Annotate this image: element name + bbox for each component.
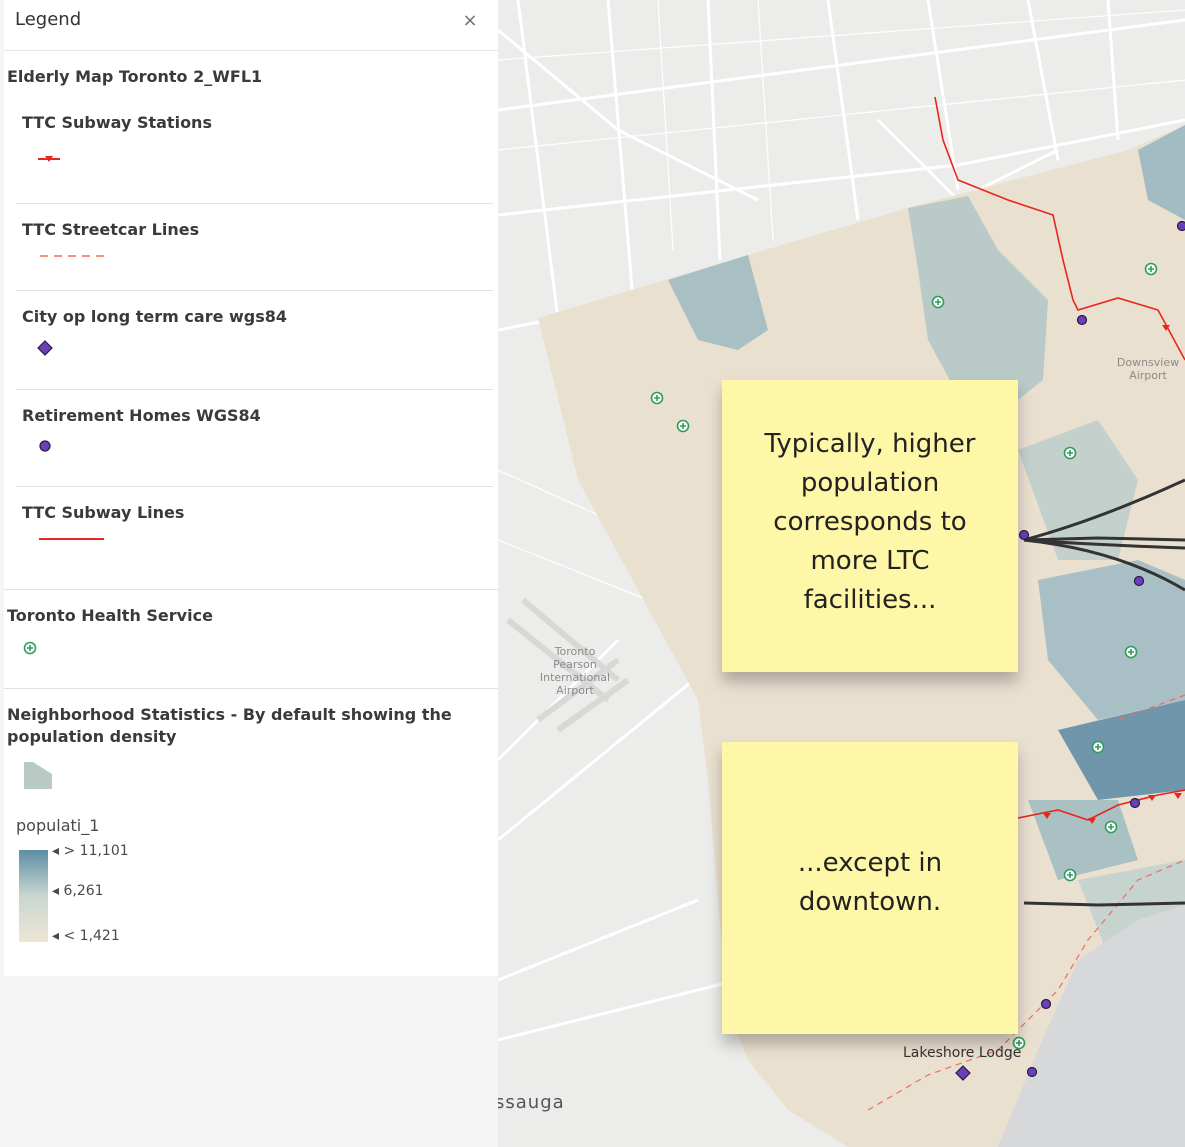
group-title-elderly-map: Elderly Map Toronto 2_WFL1 xyxy=(7,67,263,86)
divider xyxy=(4,589,498,590)
layer-label-retirement-homes: Retirement Homes WGS84 xyxy=(22,406,261,425)
map-view[interactable]: Toronto Pearson International Airport Do… xyxy=(498,0,1185,1147)
divider xyxy=(16,486,493,487)
color-ramp xyxy=(19,850,48,942)
sticky-note-text: ...except in downtown. xyxy=(797,848,943,917)
legend-header: Legend × xyxy=(4,0,498,51)
group-title-neighborhood-stats: Neighborhood Statistics - By default sho… xyxy=(7,705,452,746)
ramp-label-low: ◂ < 1,421 xyxy=(52,928,120,944)
ramp-field-label: populati_1 xyxy=(16,816,100,835)
close-icon[interactable]: × xyxy=(459,10,481,32)
legend-content: Legend × Elderly Map Toronto 2_WFL1 TTC … xyxy=(4,0,498,976)
map-label-pearson-airport: Toronto Pearson International Airport xyxy=(539,645,611,697)
sticky-note-population: Typically, higher population corresponds… xyxy=(722,380,1018,672)
group-title-health-service: Toronto Health Service xyxy=(7,606,213,625)
ramp-label-high: ◂ > 11,101 xyxy=(52,843,129,859)
circle-icon xyxy=(39,440,51,452)
polygon-swatch-icon xyxy=(24,762,52,789)
layer-label-subway-lines: TTC Subway Lines xyxy=(22,503,185,522)
map-label-downsview-airport: Downsview Airport xyxy=(1116,356,1180,382)
diamond-icon xyxy=(37,340,53,356)
sticky-note-text: Typically, higher population corresponds… xyxy=(764,429,976,615)
divider xyxy=(16,290,493,291)
subway-station-icon xyxy=(38,156,60,162)
layer-label-long-term-care: City op long term care wgs84 xyxy=(22,307,288,326)
divider xyxy=(4,688,498,689)
streetcar-line-icon xyxy=(40,255,104,257)
ramp-label-mid: ◂ 6,261 xyxy=(52,883,104,899)
legend-panel: Legend × Elderly Map Toronto 2_WFL1 TTC … xyxy=(0,0,498,1147)
sticky-note-downtown: ...except in downtown. xyxy=(722,742,1018,1034)
health-service-icon xyxy=(23,641,37,655)
legend-title: Legend xyxy=(15,9,82,30)
map-label-mississauga: ssauga xyxy=(498,1092,565,1113)
divider xyxy=(16,389,493,390)
layer-label-streetcar-lines: TTC Streetcar Lines xyxy=(22,220,200,239)
divider xyxy=(16,203,493,204)
map-label-lakeshore-lodge: Lakeshore Lodge xyxy=(903,1045,1022,1061)
subway-line-icon xyxy=(39,538,104,540)
layer-label-subway-stations: TTC Subway Stations xyxy=(22,113,212,132)
